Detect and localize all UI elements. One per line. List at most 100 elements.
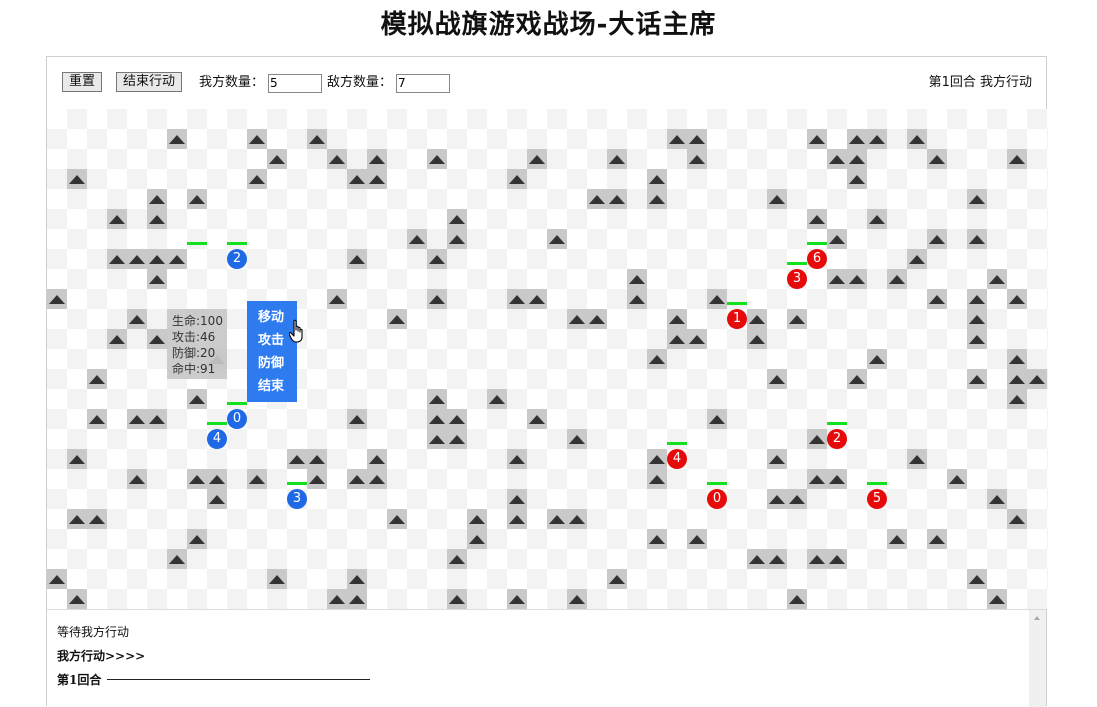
mountain-icon	[307, 469, 327, 489]
mountain-icon	[867, 209, 887, 229]
ally-unit[interactable]: 4	[207, 429, 227, 449]
mountain-icon	[367, 169, 387, 189]
mountain-icon	[747, 309, 767, 329]
mountain-icon	[187, 469, 207, 489]
mountain-icon	[487, 389, 507, 409]
mountain-icon	[847, 169, 867, 189]
mountain-icon	[987, 489, 1007, 509]
mountain-icon	[667, 329, 687, 349]
mountain-icon	[127, 309, 147, 329]
enemy-unit[interactable]: 0	[707, 489, 727, 509]
mountain-icon	[927, 149, 947, 169]
mountain-icon	[427, 289, 447, 309]
mountain-icon	[347, 409, 367, 429]
mountain-icon	[587, 189, 607, 209]
mountain-icon	[587, 309, 607, 329]
mountain-icon	[767, 189, 787, 209]
mountain-icon	[747, 329, 767, 349]
battle-board[interactable]: 20436312405 生命:100 攻击:46 防御:20 命中:91 移动 …	[47, 109, 1048, 609]
end-turn-button[interactable]: 结束行动	[116, 72, 183, 92]
health-bar	[207, 422, 227, 425]
mountain-icon	[647, 469, 667, 489]
mountain-icon	[667, 309, 687, 329]
mountain-icon	[147, 329, 167, 349]
mountain-icon	[167, 549, 187, 569]
health-bar	[727, 302, 747, 305]
ally-unit[interactable]: 3	[287, 489, 307, 509]
mountain-icon	[207, 469, 227, 489]
mountain-icon	[807, 549, 827, 569]
ally-unit[interactable]: 2	[227, 249, 247, 269]
unit-hit-stat: 命中:91	[172, 362, 216, 376]
reset-button[interactable]: 重置	[62, 72, 103, 92]
enemy-unit[interactable]: 2	[827, 429, 847, 449]
mountain-icon	[507, 509, 527, 529]
health-bar	[187, 242, 207, 245]
health-bar	[787, 262, 807, 265]
mountain-icon	[187, 389, 207, 409]
mountain-icon	[927, 529, 947, 549]
toolbar: 重置 结束行动 我方数量： 5 敌方数量： 7 第1回合 我方行动	[47, 57, 1046, 110]
pointer-hand-icon	[289, 319, 303, 343]
mountain-icon	[667, 129, 687, 149]
unit-defense-stat: 防御:20	[172, 346, 216, 360]
mountain-icon	[647, 169, 667, 189]
log-scrollbar[interactable]	[1029, 610, 1046, 707]
scroll-up-arrow-icon[interactable]	[1034, 616, 1040, 620]
mountain-icon	[1007, 149, 1027, 169]
enemy-count-input[interactable]: 7	[396, 74, 450, 93]
mountain-icon	[447, 209, 467, 229]
enemy-count-label: 敌方数量：	[327, 75, 393, 90]
ally-count-input[interactable]: 5	[268, 74, 322, 93]
mountain-icon	[867, 349, 887, 369]
mountain-icon	[427, 249, 447, 269]
mountain-icon	[647, 189, 667, 209]
mountain-icon	[447, 549, 467, 569]
mountain-icon	[267, 569, 287, 589]
mountain-icon	[107, 329, 127, 349]
mountain-icon	[547, 229, 567, 249]
mountain-icon	[287, 449, 307, 469]
mountain-icon	[507, 449, 527, 469]
mountain-icon	[447, 589, 467, 609]
mountain-icon	[967, 189, 987, 209]
mountain-icon	[47, 569, 67, 589]
health-bar	[807, 242, 827, 245]
mountain-icon	[847, 269, 867, 289]
action-attack[interactable]: 攻击	[258, 333, 284, 349]
mountain-icon	[387, 309, 407, 329]
mountain-icon	[447, 409, 467, 429]
mountain-icon	[967, 309, 987, 329]
mountain-icon	[87, 509, 107, 529]
enemy-unit[interactable]: 4	[667, 449, 687, 469]
mountain-icon	[247, 169, 267, 189]
action-end[interactable]: 结束	[258, 379, 284, 395]
mountain-icon	[867, 129, 887, 149]
mountain-icon	[387, 509, 407, 529]
ally-unit[interactable]: 0	[227, 409, 247, 429]
mountain-icon	[827, 549, 847, 569]
enemy-unit[interactable]: 1	[727, 309, 747, 329]
action-move[interactable]: 移动	[258, 310, 284, 326]
mountain-icon	[607, 149, 627, 169]
log-line: 等待我方行动	[57, 625, 130, 639]
mountain-icon	[627, 269, 647, 289]
enemy-unit[interactable]: 6	[807, 249, 827, 269]
mountain-icon	[747, 549, 767, 569]
action-defend[interactable]: 防御	[258, 356, 284, 372]
mountain-icon	[1007, 349, 1027, 369]
enemy-unit[interactable]: 5	[867, 489, 887, 509]
mountain-icon	[67, 169, 87, 189]
health-bar	[287, 482, 307, 485]
mountain-icon	[327, 149, 347, 169]
health-bar	[827, 422, 847, 425]
mountain-icon	[507, 489, 527, 509]
enemy-unit[interactable]: 3	[787, 269, 807, 289]
mountain-icon	[567, 589, 587, 609]
mountain-icon	[1007, 289, 1027, 309]
mountain-icon	[827, 469, 847, 489]
mountain-icon	[987, 589, 1007, 609]
mountain-icon	[347, 249, 367, 269]
mountain-icon	[187, 529, 207, 549]
mountain-icon	[507, 289, 527, 309]
